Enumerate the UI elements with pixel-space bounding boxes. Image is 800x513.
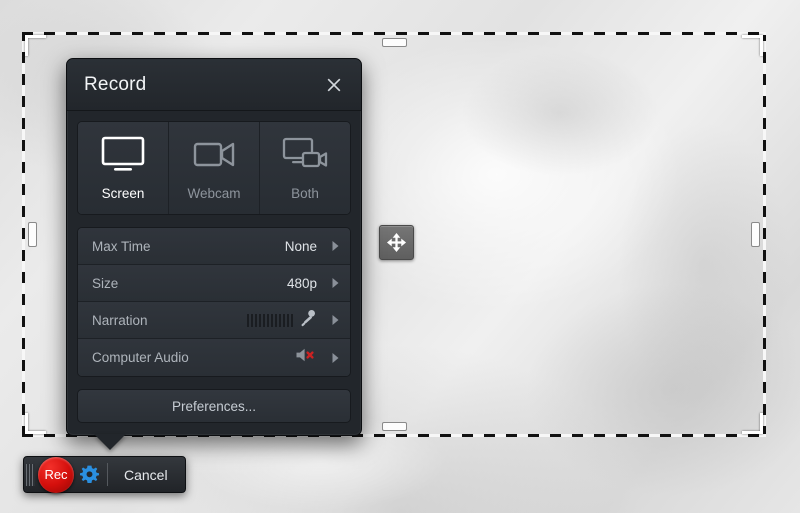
toolbar-divider bbox=[107, 463, 108, 486]
settings-list: Max Time None Size 480p Narration Comput… bbox=[77, 227, 351, 377]
audio-level-bar bbox=[263, 313, 265, 327]
resize-handle-bottom[interactable] bbox=[382, 422, 407, 431]
resize-handle-top-right[interactable] bbox=[742, 35, 763, 56]
setting-row-narration[interactable]: Narration bbox=[78, 302, 350, 339]
mode-button-screen[interactable]: Screen bbox=[78, 122, 169, 214]
audio-level-bar bbox=[247, 313, 249, 327]
audio-level-bar bbox=[255, 313, 257, 327]
resize-handle-top-left[interactable] bbox=[25, 35, 46, 56]
monitor-icon bbox=[100, 136, 146, 177]
audio-level-bar bbox=[291, 313, 293, 327]
setting-label-narration: Narration bbox=[92, 312, 148, 328]
gear-icon bbox=[79, 465, 99, 483]
chevron-right-icon bbox=[329, 240, 341, 252]
resize-handle-bottom-left[interactable] bbox=[25, 413, 46, 434]
mode-button-webcam[interactable]: Webcam bbox=[169, 122, 260, 214]
drag-grip-icon[interactable] bbox=[24, 457, 37, 492]
dialog-body: Screen Webcam Both Max Time None Size 48… bbox=[67, 111, 361, 435]
dialog-pointer-tail bbox=[94, 434, 126, 450]
audio-level-bar bbox=[287, 313, 289, 327]
setting-value-size: 480p bbox=[286, 275, 317, 291]
resize-handle-top[interactable] bbox=[382, 38, 407, 47]
setting-label-computer-audio: Computer Audio bbox=[92, 350, 189, 365]
chevron-right-icon bbox=[329, 352, 341, 364]
dialog-titlebar: Record bbox=[67, 59, 361, 111]
resize-handle-right[interactable] bbox=[751, 221, 760, 247]
computer-audio-controls bbox=[295, 347, 317, 368]
close-icon bbox=[327, 78, 341, 91]
recorder-toolbar: Rec Cancel bbox=[23, 456, 186, 493]
dialog-title: Record bbox=[84, 73, 147, 95]
video-camera-icon bbox=[191, 136, 237, 177]
resize-handle-left[interactable] bbox=[28, 221, 37, 247]
audio-level-bar bbox=[259, 313, 261, 327]
audio-level-bar bbox=[279, 313, 281, 327]
close-button[interactable] bbox=[321, 72, 347, 98]
mode-button-both[interactable]: Both bbox=[260, 122, 350, 214]
settings-button[interactable] bbox=[74, 457, 104, 492]
setting-row-computer-audio[interactable]: Computer Audio bbox=[78, 339, 350, 376]
setting-value-max-time: None bbox=[284, 238, 317, 254]
monitor-camera-icon bbox=[282, 136, 328, 177]
move-region-handle[interactable] bbox=[379, 225, 414, 260]
audio-level-bar bbox=[283, 313, 285, 327]
microphone-icon[interactable] bbox=[300, 309, 317, 332]
record-button[interactable]: Rec bbox=[38, 456, 74, 493]
mode-label-screen: Screen bbox=[101, 185, 145, 201]
resize-handle-bottom-right[interactable] bbox=[742, 413, 763, 434]
capture-mode-selector: Screen Webcam Both bbox=[77, 121, 351, 215]
setting-label-max-time: Max Time bbox=[92, 238, 151, 254]
record-dialog: Record Screen Webcam Both Max Time None … bbox=[66, 58, 362, 450]
setting-label-size: Size bbox=[92, 275, 119, 291]
audio-level-bar bbox=[275, 313, 277, 327]
cancel-button[interactable]: Cancel bbox=[111, 467, 181, 483]
narration-controls bbox=[247, 309, 317, 332]
setting-row-size[interactable]: Size 480p bbox=[78, 265, 350, 302]
move-arrows-icon bbox=[386, 232, 407, 253]
mode-label-webcam: Webcam bbox=[187, 185, 241, 201]
chevron-right-icon bbox=[329, 277, 341, 289]
audio-level-bar bbox=[267, 313, 269, 327]
audio-level-meter bbox=[247, 313, 293, 327]
audio-level-bar bbox=[251, 313, 253, 327]
screen-capture-canvas: Record Screen Webcam Both Max Time None … bbox=[0, 0, 800, 513]
chevron-right-icon bbox=[329, 314, 341, 326]
mode-label-both: Both bbox=[291, 185, 319, 201]
audio-level-bar bbox=[271, 313, 273, 327]
setting-row-max-time[interactable]: Max Time None bbox=[78, 228, 350, 265]
speaker-muted-icon[interactable] bbox=[295, 347, 317, 368]
preferences-button[interactable]: Preferences... bbox=[77, 389, 351, 423]
